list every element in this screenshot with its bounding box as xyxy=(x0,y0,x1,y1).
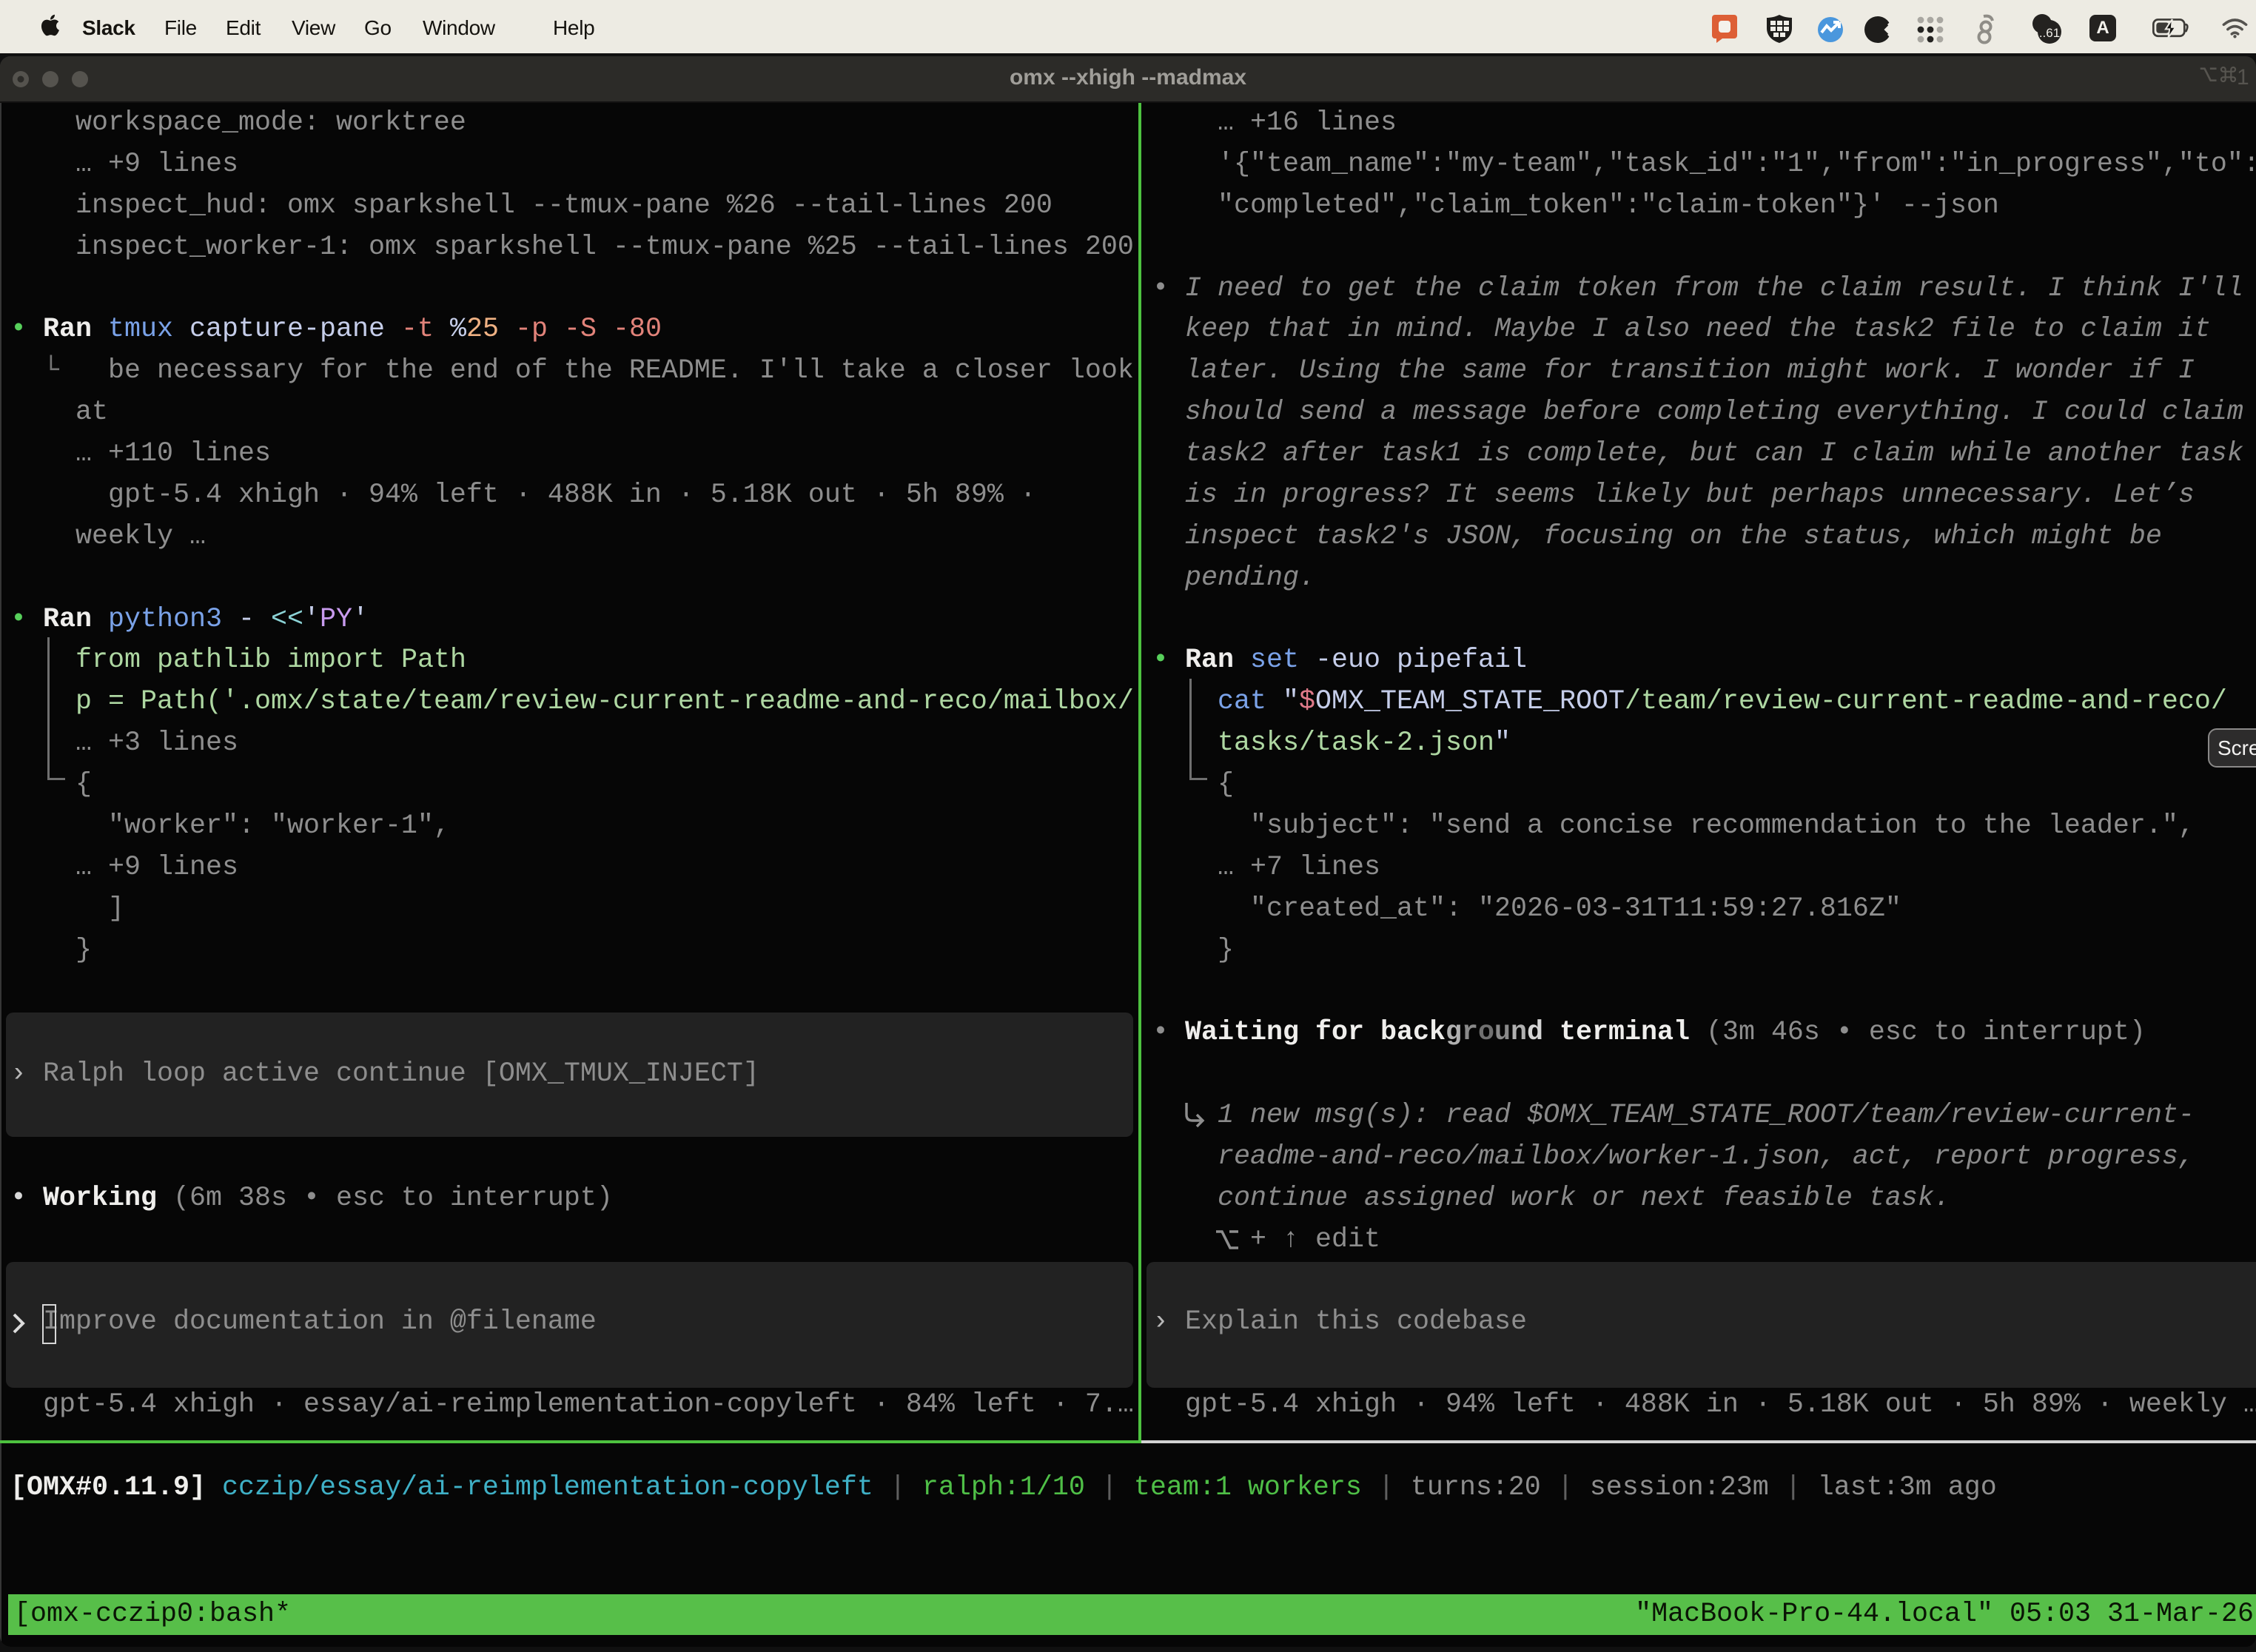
svg-text:..61: ..61 xyxy=(2039,26,2060,40)
